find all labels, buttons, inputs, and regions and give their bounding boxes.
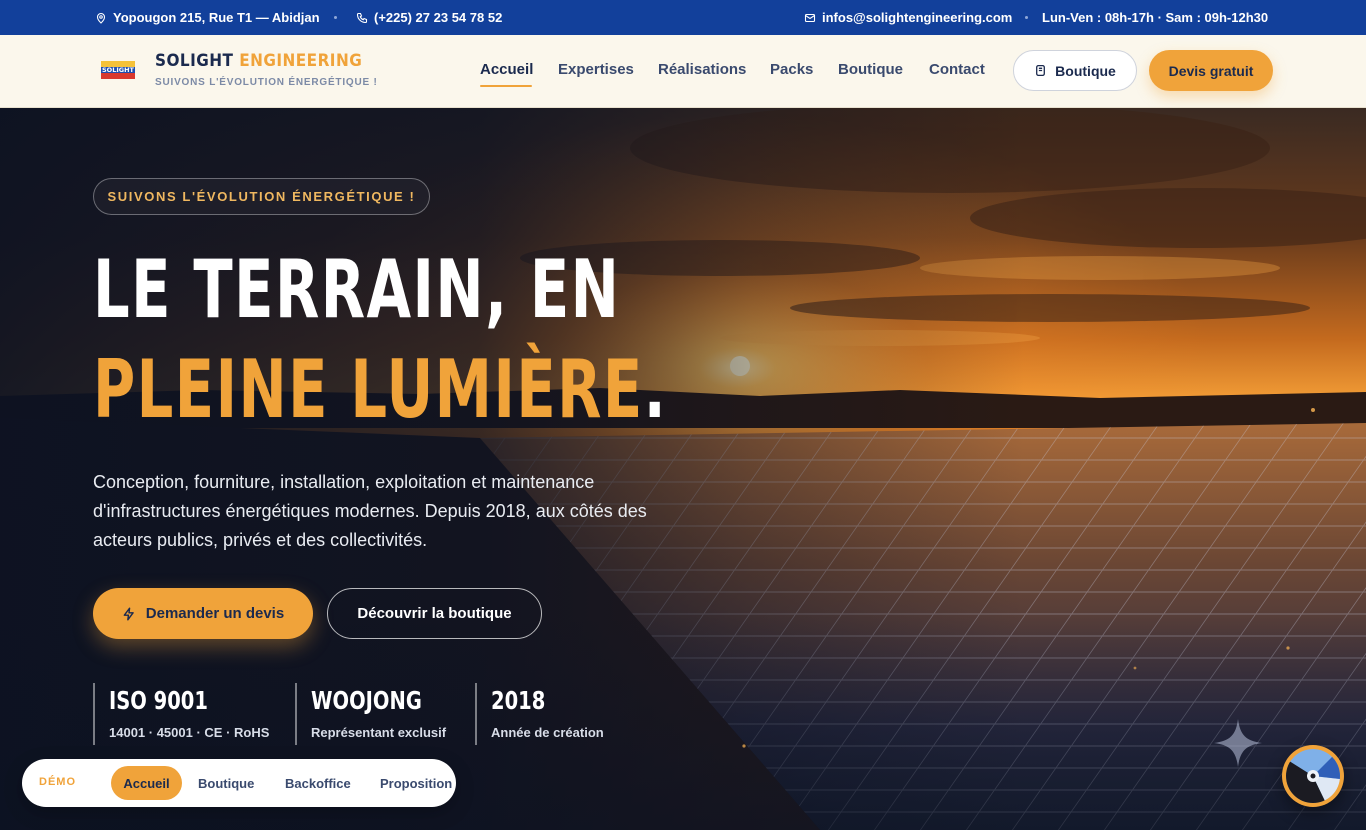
quote-button[interactable]: Devis gratuit [1149, 50, 1273, 91]
brand-name-accent: ENGINEERING [239, 51, 363, 71]
brand-name[interactable]: SOLIGHT ENGINEERING [155, 51, 362, 71]
address-text: Yopougon 215, Rue T1 — Abidjan [113, 10, 320, 25]
phone-text: (+225) 27 23 54 78 52 [374, 10, 503, 25]
brand-name-primary: SOLIGHT [155, 51, 234, 71]
email-info[interactable]: infos@solightengineering.com [804, 0, 1012, 35]
address-info: Yopougon 215, Rue T1 — Abidjan [95, 0, 320, 35]
store-icon [1036, 64, 1046, 77]
brand-tagline: SUIVONS L'ÉVOLUTION ÉNERGÉTIQUE ! [155, 77, 378, 88]
demo-tab-boutique[interactable]: Boutique [198, 766, 254, 800]
demo-tab-accueil[interactable]: Accueil [111, 766, 182, 800]
assistant-avatar-icon [1286, 749, 1340, 803]
sparkle-icon [1214, 719, 1262, 767]
hours-text: Lun-Ven : 08h-17h · Sam : 09h-12h30 [1042, 10, 1269, 25]
stat-founded: 2018 Année de création [475, 683, 604, 745]
nav-boutique[interactable]: Boutique [838, 61, 903, 78]
stat-label: Représentant exclusif [311, 725, 447, 740]
logo-text: SOLIGHT [102, 66, 135, 74]
lightning-icon [123, 606, 134, 621]
shop-button[interactable]: Boutique [1013, 50, 1137, 91]
stat-partner: WOOJONG Représentant exclusif [295, 683, 453, 745]
stat-certifications: ISO 9001 14001 · 45001 · CE · RoHS [93, 683, 269, 745]
stat-label: 14001 · 45001 · CE · RoHS [109, 725, 270, 740]
request-quote-label: Demander un devis [145, 605, 285, 622]
nav-active-indicator [480, 85, 532, 87]
hero-title-period: . [643, 343, 668, 436]
company-logo[interactable]: SOLIGHT [101, 61, 135, 79]
demo-tab-proposition[interactable]: Proposition [380, 766, 452, 800]
nav-packs[interactable]: Packs [770, 61, 813, 78]
demo-label: DÉMO [39, 776, 76, 788]
hero-title-highlight: PLEINE LUMIÈRE [93, 343, 644, 436]
stat-label: Année de création [491, 725, 604, 740]
demo-tab-backoffice[interactable]: Backoffice [285, 766, 351, 800]
email-text: infos@solightengineering.com [822, 10, 1013, 25]
nav-accueil[interactable]: Accueil [480, 61, 533, 78]
hero-description: Conception, fourniture, installation, ex… [93, 472, 647, 550]
nav-expertises[interactable]: Expertises [558, 61, 634, 78]
stat-value: 2018 [491, 686, 546, 715]
shop-button-label: Boutique [1055, 62, 1116, 79]
assistant-avatar-button[interactable] [1282, 745, 1344, 807]
discover-shop-button[interactable]: Découvrir la boutique [327, 588, 542, 639]
map-pin-icon [96, 12, 106, 24]
nav-contact[interactable]: Contact [929, 61, 985, 78]
hours-info: Lun-Ven : 08h-17h · Sam : 09h-12h30 [1042, 0, 1268, 35]
stat-value: ISO 9001 [109, 686, 208, 715]
hero-title-line-2: PLEINE LUMIÈRE. [93, 350, 667, 430]
nav-realisations[interactable]: Réalisations [658, 61, 746, 78]
hero-tagline-pill: SUIVONS L'ÉVOLUTION ÉNERGÉTIQUE ! [93, 178, 430, 215]
phone-icon [356, 12, 368, 23]
hero-section: SUIVONS L'ÉVOLUTION ÉNERGÉTIQUE ! LE TER… [0, 108, 1366, 830]
mail-icon [804, 13, 816, 22]
hero-title-line-1: LE TERRAIN, EN [93, 243, 621, 336]
top-info-bar: Yopougon 215, Rue T1 — Abidjan (+225) 27… [0, 0, 1366, 35]
phone-info[interactable]: (+225) 27 23 54 78 52 [356, 0, 502, 35]
separator-dot [334, 16, 337, 19]
separator-dot [1025, 16, 1028, 19]
site-header: SOLIGHT SOLIGHT ENGINEERING SUIVONS L'ÉV… [0, 35, 1366, 108]
demo-switcher: DÉMO Accueil Boutique Backoffice Proposi… [22, 759, 456, 807]
request-quote-button[interactable]: Demander un devis [93, 588, 313, 639]
stat-value: WOOJONG [311, 686, 422, 715]
